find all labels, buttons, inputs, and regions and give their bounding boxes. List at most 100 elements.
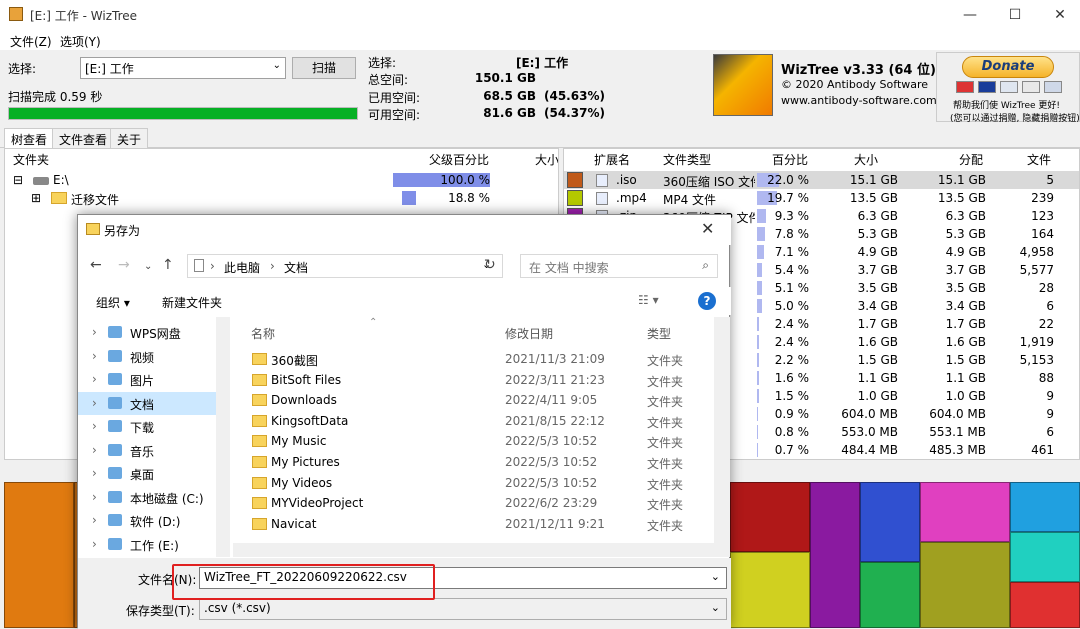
nav-item[interactable]: › 图片 [78,368,218,391]
ext-row[interactable]: .mp4 MP4 文件 19.7 % 13.5 GB 13.5 GB 239 [564,189,1079,207]
treemap-block[interactable] [1010,582,1080,628]
chevron-right-icon[interactable]: › [92,349,97,363]
treemap-block[interactable] [1010,482,1080,532]
col-date[interactable]: 修改日期 [505,325,553,342]
col-size[interactable]: 大小 [535,151,558,168]
tab-file-view[interactable]: 文件查看 [52,128,115,148]
nav-item[interactable]: › 本地磁盘 (C:) [78,486,218,509]
maximize-button[interactable]: ☐ [995,3,1035,27]
file-row[interactable]: KingsoftData 2021/8/15 22:12 文件夹 [233,411,703,431]
scan-button[interactable]: 扫描 [292,57,356,79]
file-row[interactable]: 360截图 2021/11/3 21:09 文件夹 [233,349,703,369]
chevron-right-icon[interactable]: › [92,466,97,480]
col-ext[interactable]: 扩展名 [594,151,630,168]
chevron-right-icon[interactable]: › [92,396,97,410]
navigation-pane[interactable]: › WPS网盘 › 视频 › 图片 › 文档 › 下载 › 音乐 › 桌面 › 本地磁盘 (C:) › 软件 (D… [78,317,230,557]
nav-item[interactable]: › 文档 [78,391,218,415]
up-icon[interactable]: ↑ [162,257,174,273]
view-options-icon[interactable]: ☷ ▾ [638,293,659,307]
ext-files: 9 [1046,407,1054,421]
ext-row[interactable]: .iso 360压缩 ISO 文件 22.0 % 15.1 GB 15.1 GB 5 [564,171,1079,189]
treemap-block[interactable] [730,552,810,628]
col-folder[interactable]: 文件夹 [13,151,49,168]
close-button[interactable]: ✕ [1040,3,1080,27]
col-size[interactable]: 大小 [854,151,878,168]
tree-row[interactable]: ⊞ 迁移文件 18.8 % [5,189,558,207]
file-row[interactable]: BitSoft Files 2022/3/11 21:23 文件夹 [233,370,703,390]
forward-icon[interactable]: → [118,257,130,273]
ext-pct: 9.3 % [774,209,809,223]
treemap-block[interactable] [860,482,920,562]
refresh-icon[interactable]: ↻ [484,257,496,273]
nav-item[interactable]: › 视频 [78,345,218,368]
tab-tree-view[interactable]: 树查看 [4,128,55,148]
chevron-right-icon[interactable]: › [92,443,97,457]
menu-file[interactable]: 文件(Z) [10,33,52,50]
folder-icon [252,394,267,407]
ext-alloc: 1.7 GB [945,317,986,331]
tree-root-row[interactable]: ⊟ E:\ 100.0 % [5,171,558,189]
nav-item[interactable]: › 软件 (D:) [78,509,218,532]
tree-root-label: E:\ [53,173,69,187]
file-row[interactable]: MYVideoProject 2022/6/2 23:29 文件夹 [233,493,703,513]
file-list-scrollbar[interactable] [714,317,730,557]
nav-scrollbar[interactable] [216,317,230,557]
col-type[interactable]: 类型 [647,325,671,342]
drive-select[interactable]: [E:] 工作 ⌄ [80,57,286,79]
minimize-button[interactable]: — [950,3,990,27]
file-row[interactable]: Navicat 2021/12/11 9:21 文件夹 [233,514,703,534]
file-row[interactable]: My Pictures 2022/5/3 10:52 文件夹 [233,452,703,472]
chevron-right-icon[interactable]: › [92,325,97,339]
breadcrumb-documents[interactable]: 文档 [284,259,308,276]
breadcrumb-pc[interactable]: 此电脑 [224,259,260,276]
back-icon[interactable]: ← [90,257,102,273]
chevron-right-icon[interactable]: › [92,537,97,551]
nav-item[interactable]: › 音乐 [78,439,218,462]
col-files[interactable]: 文件 [1027,151,1051,168]
col-name[interactable]: 名称 [251,325,275,342]
donate-button[interactable]: Donate [962,56,1054,78]
col-type[interactable]: 文件类型 [663,151,711,168]
nav-item[interactable]: › 桌面 [78,462,218,485]
file-list-hscrollbar[interactable] [233,543,714,557]
collapse-icon[interactable]: ⊟ [13,173,23,187]
file-row[interactable]: Downloads 2022/4/11 9:05 文件夹 [233,390,703,410]
treemap-block[interactable] [810,482,860,628]
treemap-block[interactable] [730,482,810,552]
nav-item[interactable]: › WPS网盘 [78,321,218,344]
organize-button[interactable]: 组织 ▾ [96,294,130,311]
chevron-down-icon: ⌄ [710,601,720,614]
menu-options[interactable]: 选项(Y) [60,33,101,50]
chevron-right-icon[interactable]: › [92,513,97,527]
search-input[interactable]: 在 文档 中搜索 ⌕ [520,254,718,278]
file-row[interactable]: My Videos 2022/5/3 10:52 文件夹 [233,473,703,493]
ext-size: 15.1 GB [849,173,898,187]
col-alloc[interactable]: 分配 [959,151,983,168]
website-link[interactable]: www.antibody-software.com [781,94,937,107]
filetype-select[interactable]: .csv (*.csv) ⌄ [199,598,727,620]
treemap-block[interactable] [1010,532,1080,582]
treemap-block[interactable] [4,482,74,628]
file-list[interactable]: 名称 修改日期 类型 ⌃ 360截图 2021/11/3 21:09 文件夹 BitS… [233,317,713,557]
col-pct[interactable]: 百分比 [772,151,808,168]
col-parent-pct[interactable]: 父级百分比 [429,151,489,168]
chevron-down-icon[interactable]: ⌄ [711,570,720,583]
chevron-right-icon[interactable]: › [92,490,97,504]
new-folder-button[interactable]: 新建文件夹 [162,294,222,311]
chevron-right-icon[interactable]: › [92,372,97,386]
nav-item[interactable]: › 工作 (E:) [78,533,218,556]
file-row[interactable]: My Music 2022/5/3 10:52 文件夹 [233,431,703,451]
ext-files: 88 [1038,371,1054,385]
treemap-block[interactable] [920,542,1010,628]
ext-alloc: 15.1 GB [937,173,986,187]
recent-chevron-icon[interactable]: ⌄ [144,261,152,272]
chevron-right-icon[interactable]: › [92,419,97,433]
expand-icon[interactable]: ⊞ [31,191,41,205]
treemap-block[interactable] [920,482,1010,542]
help-icon[interactable]: ? [698,292,716,310]
dialog-close-icon[interactable]: ✕ [701,219,714,238]
treemap-block[interactable] [860,562,920,628]
tab-about[interactable]: 关于 [110,128,149,148]
address-bar[interactable]: › 此电脑 › 文档 ⌄ [187,254,503,278]
nav-item[interactable]: › 下载 [78,415,218,438]
